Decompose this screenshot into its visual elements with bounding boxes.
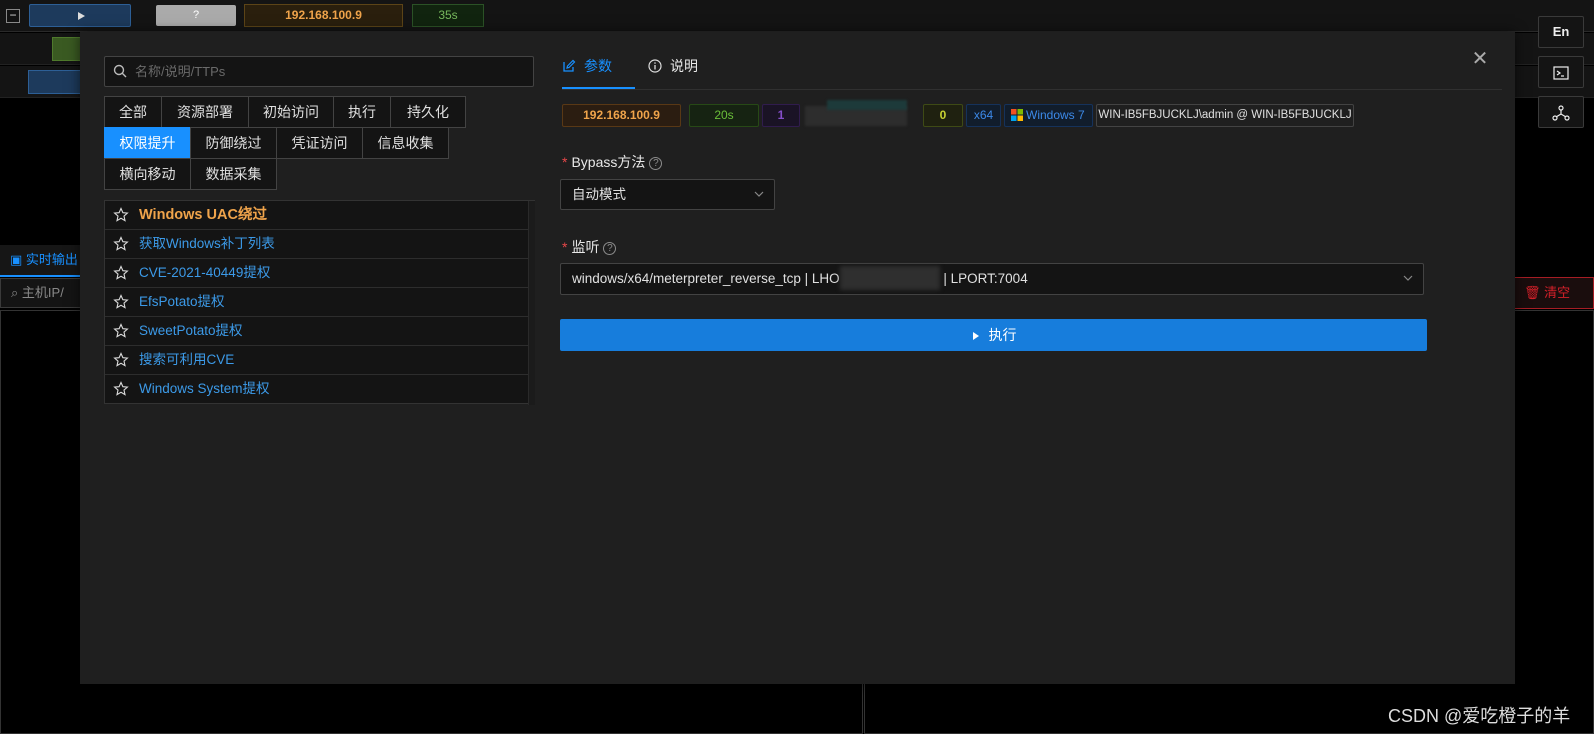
list-item[interactable]: Windows UAC绕过	[105, 201, 529, 230]
tag-zero: 0	[923, 104, 963, 127]
listener-select-value-prefix: windows/x64/meterpreter_reverse_tcp | LH…	[572, 271, 840, 286]
session-action-button[interactable]	[28, 70, 88, 94]
top-session-bar	[0, 0, 1594, 32]
tag-ip: 192.168.100.9	[562, 104, 681, 127]
tab-live-output-label: 实时输出	[25, 252, 78, 267]
unknown-badge: ?	[156, 5, 236, 26]
module-name: CVE-2021-40449提权	[139, 265, 271, 280]
module-list: Windows UAC绕过 获取Windows补丁列表 CVE-2021-404…	[104, 200, 535, 405]
tab-live-output[interactable]: ▣ 实时输出	[0, 245, 82, 277]
bypass-select[interactable]: 自动模式	[560, 179, 775, 210]
category-defense-evasion[interactable]: 防御绕过	[190, 127, 277, 159]
redacted-block	[827, 100, 907, 110]
category-privilege-escalation[interactable]: 权限提升	[104, 127, 191, 159]
star-icon[interactable]	[113, 207, 129, 223]
execute-button-label: 执行	[988, 327, 1017, 343]
bypass-label: * Bypass方法?	[562, 152, 663, 172]
session-time-badge: 35s	[412, 4, 484, 27]
tab-divider	[562, 89, 1502, 90]
tag-os-label: Windows 7	[1026, 108, 1085, 122]
category-lateral-movement[interactable]: 横向移动	[104, 158, 191, 190]
listener-label: * 监听?	[562, 237, 617, 257]
network-button[interactable]	[1538, 96, 1584, 128]
help-icon[interactable]: ?	[603, 242, 617, 255]
module-search-field[interactable]	[135, 64, 525, 79]
star-icon[interactable]	[113, 323, 129, 339]
session-ip-badge: 192.168.100.9	[244, 4, 403, 27]
category-persistence[interactable]: 持久化	[390, 96, 466, 128]
host-search-input[interactable]: ⌕ 主机IP/	[0, 278, 82, 308]
list-item[interactable]: Windows System提权	[105, 375, 529, 404]
chevron-down-icon	[754, 191, 764, 197]
info-icon	[648, 59, 662, 73]
bypass-select-value: 自动模式	[572, 187, 626, 202]
close-icon[interactable]: ✕	[1471, 49, 1489, 69]
module-name: EfsPotato提权	[139, 294, 225, 309]
tag-user: WIN-IB5FBJUCKLJ\admin @ WIN-IB5FBJUCKLJ	[1096, 104, 1354, 127]
tag-os: Windows 7	[1004, 104, 1093, 127]
category-initial-access[interactable]: 初始访问	[248, 96, 334, 128]
bypass-label-text: Bypass方法	[571, 154, 646, 170]
host-search-placeholder: 主机IP/	[21, 285, 64, 300]
module-name: Windows System提权	[139, 381, 270, 396]
search-icon	[113, 64, 127, 78]
listener-select-value-suffix: | LPORT:7004	[943, 271, 1028, 286]
terminal-button[interactable]	[1538, 56, 1584, 88]
category-execution[interactable]: 执行	[333, 96, 391, 128]
language-button[interactable]: En	[1538, 16, 1584, 48]
chevron-down-icon	[1403, 275, 1413, 281]
watermark: CSDN @爱吃橙子的羊	[1388, 706, 1571, 726]
tag-count: 1	[762, 104, 800, 127]
list-item[interactable]: EfsPotato提权	[105, 288, 529, 317]
clear-button-label: 清空	[1544, 285, 1571, 300]
tab-params-label: 参数	[584, 58, 612, 74]
redacted-host	[839, 266, 940, 290]
category-discovery[interactable]: 信息收集	[362, 127, 449, 159]
tab-description[interactable]: 说明	[648, 56, 698, 82]
module-name: Windows UAC绕过	[139, 207, 267, 223]
play-button[interactable]	[29, 4, 131, 27]
star-icon[interactable]	[113, 381, 129, 397]
listener-label-text: 监听	[571, 239, 600, 255]
module-name: SweetPotato提权	[139, 323, 243, 338]
search-icon: ⌕	[11, 285, 22, 300]
windows-icon	[1011, 109, 1023, 121]
star-icon[interactable]	[113, 236, 129, 252]
clear-button[interactable]: 🗑 清空	[1503, 277, 1594, 309]
category-all[interactable]: 全部	[104, 96, 162, 128]
star-icon[interactable]	[113, 352, 129, 368]
edit-icon	[563, 59, 576, 72]
help-icon[interactable]: ?	[649, 157, 663, 170]
category-resource-deploy[interactable]: 资源部署	[161, 96, 249, 128]
star-icon[interactable]	[113, 265, 129, 281]
module-name: 搜索可利用CVE	[139, 352, 235, 367]
list-item[interactable]: 获取Windows补丁列表	[105, 230, 529, 259]
module-modal: ✕ 全部 资源部署 初始访问 执行 持久化 权限提升 防御绕过 凭证访问 信息收…	[80, 32, 1515, 684]
category-credential-access[interactable]: 凭证访问	[276, 127, 363, 159]
tag-time: 20s	[689, 104, 759, 127]
star-icon[interactable]	[113, 294, 129, 310]
collapse-icon[interactable]: −	[6, 9, 20, 23]
tab-params[interactable]: 参数	[562, 56, 612, 82]
edit-icon: ▣	[10, 252, 26, 267]
list-item[interactable]: SweetPotato提权	[105, 317, 529, 346]
play-icon	[972, 332, 979, 340]
required-mark: *	[562, 154, 568, 170]
execute-button[interactable]: 执行	[560, 319, 1427, 351]
required-mark: *	[562, 239, 568, 255]
listener-select[interactable]: windows/x64/meterpreter_reverse_tcp | LH…	[560, 263, 1424, 295]
trash-icon: 🗑	[1524, 285, 1545, 300]
network-icon	[1552, 105, 1570, 121]
list-item[interactable]: CVE-2021-40449提权	[105, 259, 529, 288]
tab-description-label: 说明	[670, 58, 698, 74]
list-scrollbar[interactable]	[528, 201, 535, 405]
module-name: 获取Windows补丁列表	[139, 236, 275, 251]
tag-arch: x64	[966, 104, 1001, 127]
category-collection[interactable]: 数据采集	[190, 158, 277, 190]
list-item[interactable]: 搜索可利用CVE	[105, 346, 529, 375]
module-search-input[interactable]	[104, 56, 534, 87]
terminal-icon	[1553, 66, 1569, 80]
